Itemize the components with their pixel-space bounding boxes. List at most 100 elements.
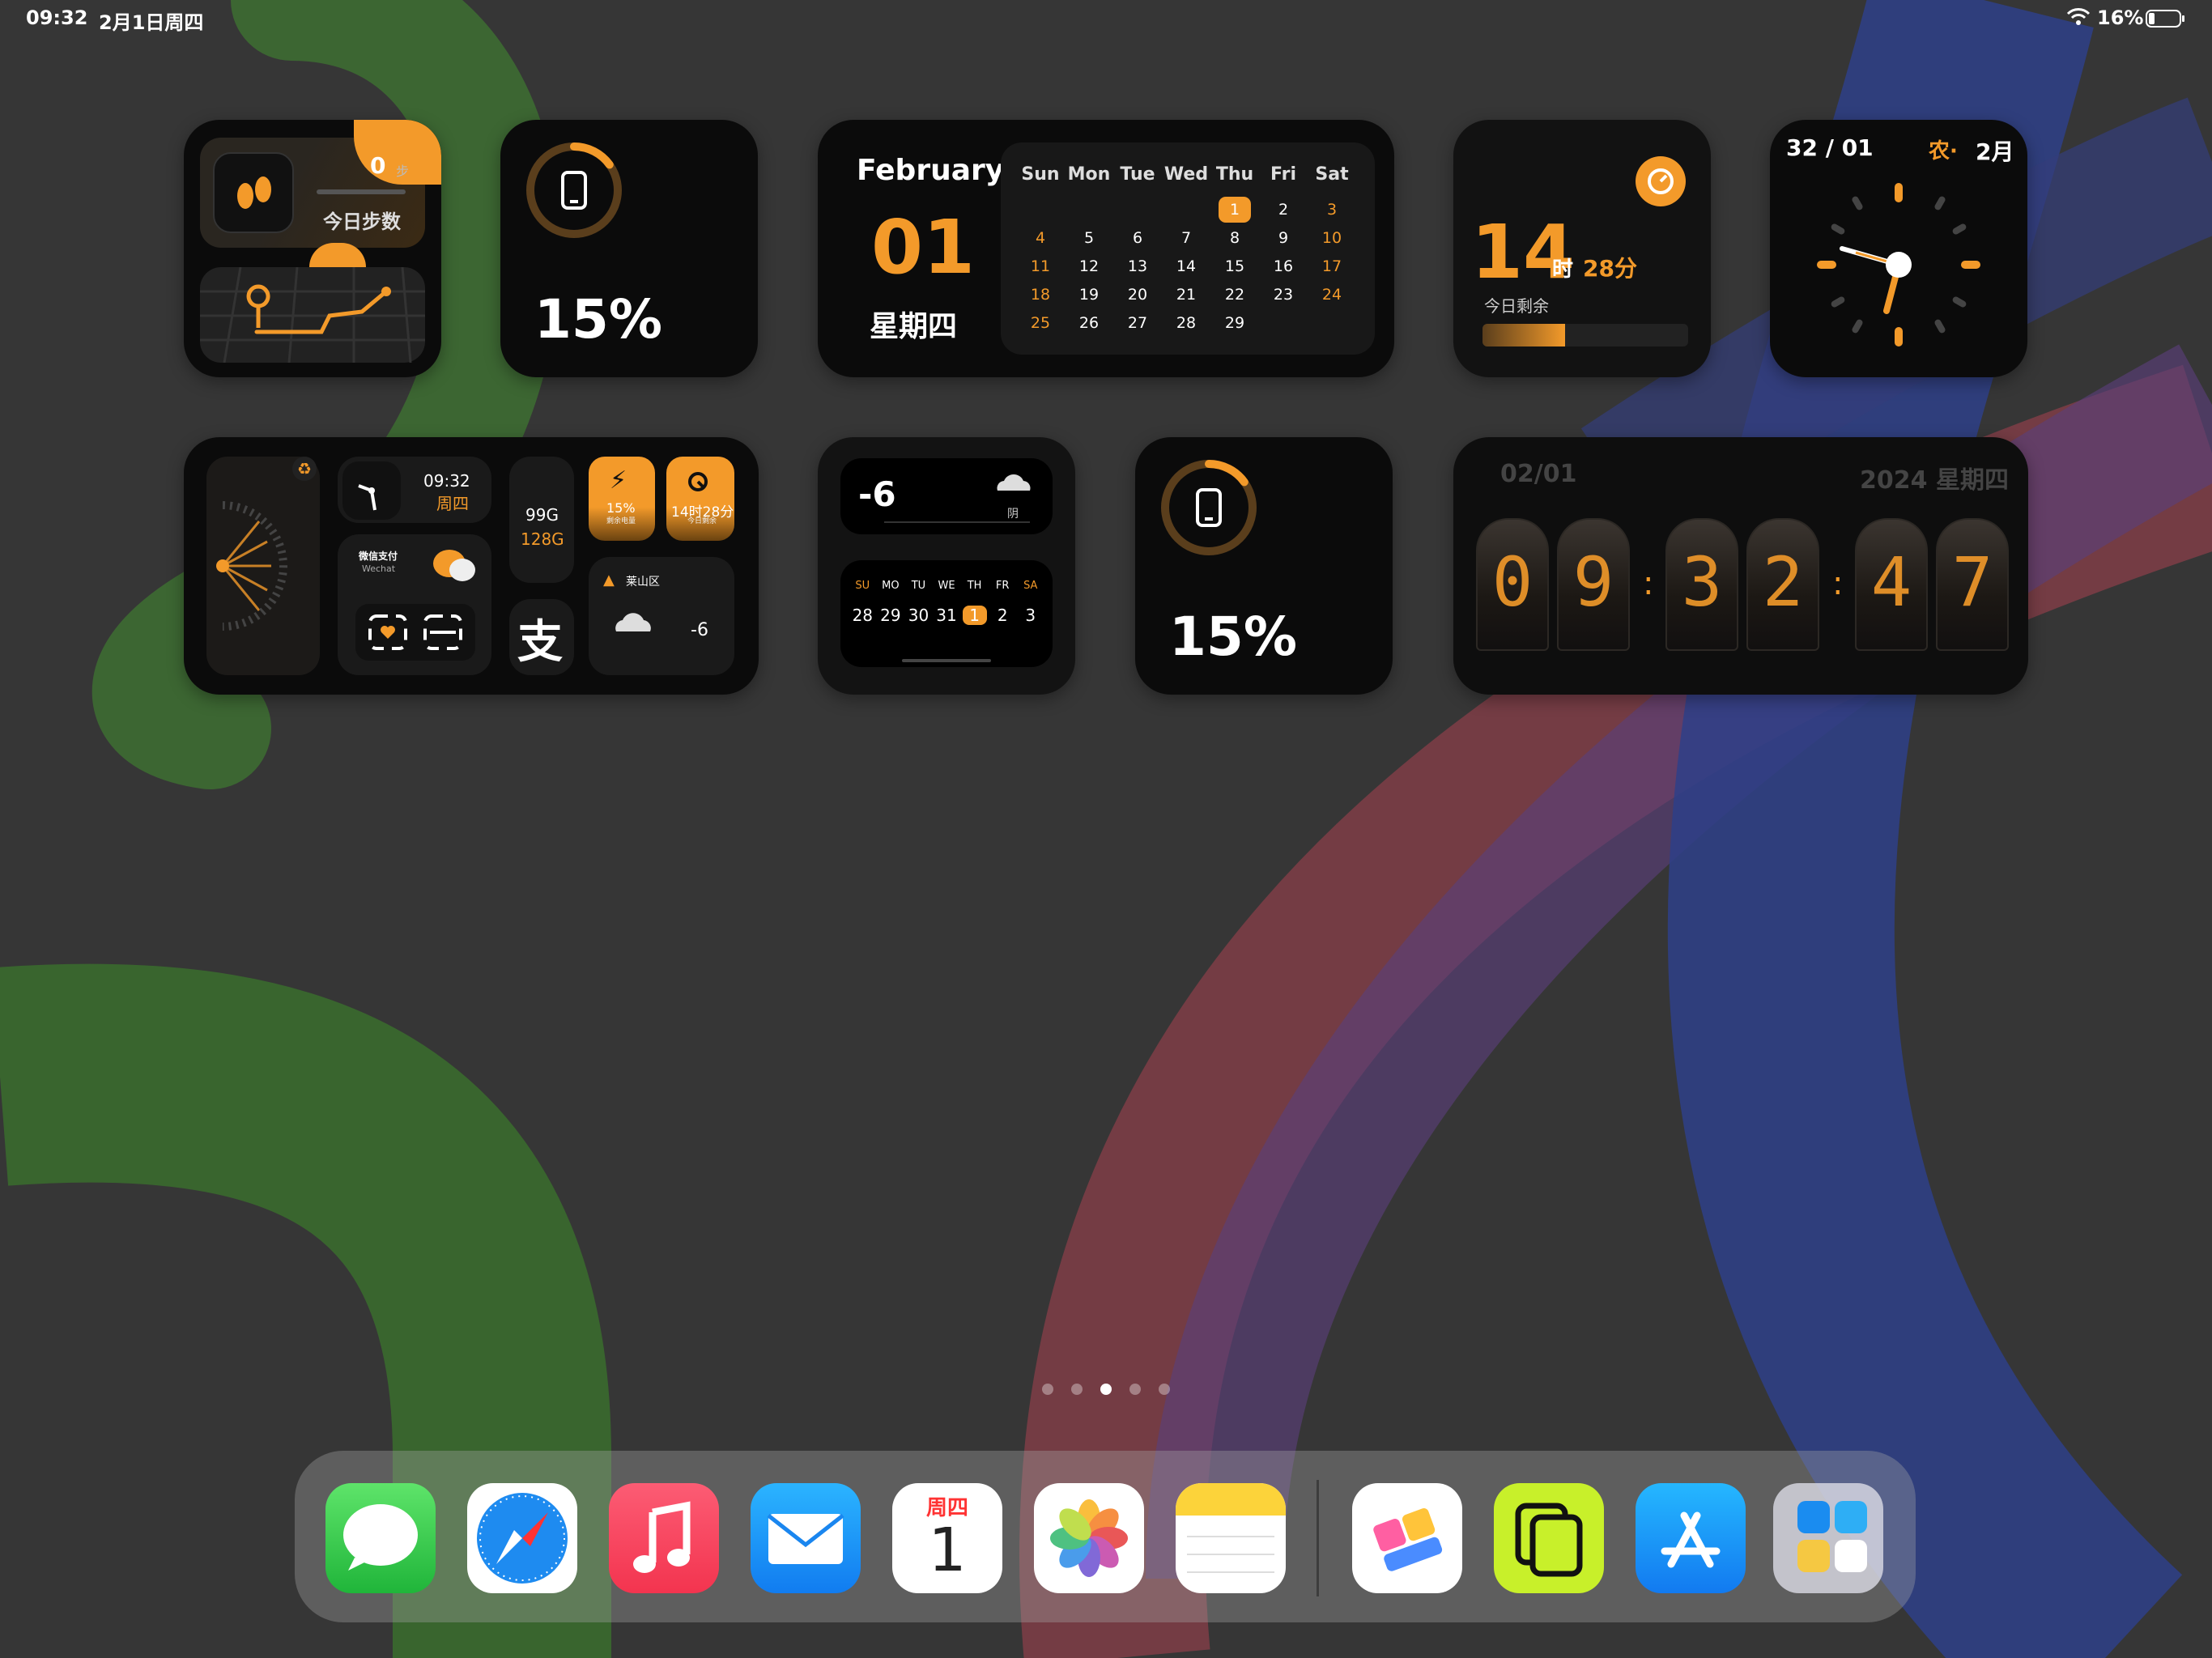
week-day: 3 xyxy=(1025,606,1036,625)
week-header: WE xyxy=(938,580,955,592)
lightning-icon: ⚡ xyxy=(610,466,627,495)
calendar-header: Mon xyxy=(1067,164,1111,185)
route-map xyxy=(200,266,425,363)
photos-icon[interactable] xyxy=(1034,1483,1144,1593)
calendar-date: 19 xyxy=(1078,285,1100,304)
wechat-icon xyxy=(432,546,479,586)
messages-icon[interactable] xyxy=(325,1483,436,1593)
app-store-icon[interactable] xyxy=(1636,1483,1746,1593)
widget-app-icon[interactable] xyxy=(1352,1483,1462,1593)
clock-widget[interactable]: 32 / 01 农· 2月 xyxy=(1770,120,2027,377)
time-left-hours-unit: 时 xyxy=(1552,257,1574,282)
analog-clock xyxy=(1817,183,1980,346)
week-today: 1 xyxy=(960,606,989,625)
widget-ui-icon[interactable] xyxy=(1494,1483,1604,1593)
calendar-date: 28 xyxy=(1176,313,1197,332)
calendar-today: 1 xyxy=(1210,196,1259,223)
time-left-widget[interactable]: 14 时 28分 今日剩余 xyxy=(1453,120,1711,377)
weather-cloud-icon xyxy=(994,471,1035,492)
calendar-weekday: 星期四 xyxy=(870,310,958,343)
nixie-year-weekday: 2024 星期四 xyxy=(1860,466,2009,495)
location-arrow-icon: ▲ xyxy=(603,572,615,589)
cloud-icon xyxy=(611,610,657,633)
mail-icon[interactable] xyxy=(751,1483,861,1593)
calendar-header: Fri xyxy=(1270,164,1296,185)
mini-clock-icon xyxy=(342,461,401,520)
nixie-date: 02/01 xyxy=(1500,460,1577,488)
calendar-app-day: 1 xyxy=(928,1516,967,1585)
calendar-date: 9 xyxy=(1278,228,1289,247)
week-day: 28 xyxy=(852,606,874,625)
battery-widget-2[interactable]: 15% xyxy=(1135,437,1393,695)
dock: 周四 1 xyxy=(295,1451,1916,1622)
footprints-icon xyxy=(213,152,294,233)
nixie-tube: 3 xyxy=(1665,518,1738,651)
combo-widget[interactable]: ♻ 09:32 周四 99G 128G 微信支付 Wechat 支 ⚡ 15% … xyxy=(184,437,759,695)
weather-widget[interactable]: -6 阴 SU MO TU WE TH FR SA 28 29 30 31 1 … xyxy=(818,437,1075,695)
mini-time-left-sub: 今日剩余 xyxy=(687,517,717,525)
calendar-date: 23 xyxy=(1273,285,1294,304)
wifi-icon xyxy=(2066,6,2091,31)
battery-percent: 16% xyxy=(2097,6,2144,29)
week-header: MO xyxy=(882,580,900,592)
battery-percent-1: 15% xyxy=(534,288,662,351)
calendar-date: 5 xyxy=(1083,228,1095,247)
nixie-tube: 0 xyxy=(1476,518,1549,651)
nixie-digit: 4 xyxy=(1870,542,1912,622)
calendar-date: 4 xyxy=(1035,228,1046,247)
nixie-digit: 2 xyxy=(1762,542,1804,622)
calendar-app-icon[interactable]: 周四 1 xyxy=(892,1483,1002,1593)
radar-panel xyxy=(206,457,320,675)
calendar-date: 7 xyxy=(1180,228,1192,247)
week-header: TH xyxy=(967,580,982,592)
combo-time: 09:32 xyxy=(423,471,470,491)
calendar-date: 10 xyxy=(1321,228,1342,247)
page-dot[interactable] xyxy=(1071,1384,1083,1395)
clock-lunar-month: 2月 xyxy=(1976,138,2014,165)
nixie-digit: 9 xyxy=(1572,542,1614,622)
dock-divider xyxy=(1317,1480,1319,1596)
calendar-date: 25 xyxy=(1030,313,1051,332)
recycle-icon: ♻ xyxy=(292,457,317,481)
week-header: FR xyxy=(995,580,1010,592)
nixie-digit: 0 xyxy=(1491,542,1534,622)
week-header: SA xyxy=(1023,580,1038,592)
calendar-date: 13 xyxy=(1127,257,1148,275)
battery-widget-1[interactable]: 15% xyxy=(500,120,758,377)
nixie-clock-widget[interactable]: 02/01 2024 星期四 0 9 : 3 2 : 4 7 xyxy=(1453,437,2028,695)
calendar-week: 18 19 20 21 22 23 24 xyxy=(1016,280,1356,308)
calendar-header: Sat xyxy=(1315,164,1349,185)
battery-percent-2: 15% xyxy=(1169,606,1297,668)
combo-weekday: 周四 xyxy=(436,494,469,513)
calendar-header: Sun xyxy=(1021,164,1060,185)
app-library-icon[interactable] xyxy=(1773,1483,1883,1593)
notes-icon[interactable] xyxy=(1176,1483,1286,1593)
time-left-bar-fill xyxy=(1482,324,1565,346)
scan-buttons[interactable] xyxy=(355,604,475,661)
page-dot[interactable] xyxy=(1042,1384,1053,1395)
calendar-date: 22 xyxy=(1224,285,1245,304)
page-dot-active[interactable] xyxy=(1100,1384,1112,1395)
nixie-tube: 4 xyxy=(1855,518,1928,651)
page-dot[interactable] xyxy=(1159,1384,1170,1395)
calendar-grid: Sun Mon Tue Wed Thu Fri Sat 1 2 3 4 5 6 … xyxy=(1016,160,1356,337)
nixie-tube: 2 xyxy=(1746,518,1819,651)
page-dot[interactable] xyxy=(1129,1384,1141,1395)
calendar-date: 17 xyxy=(1321,257,1342,275)
week-day: 30 xyxy=(908,606,929,625)
calendar-date: 16 xyxy=(1273,257,1294,275)
calendar-widget[interactable]: February 01 星期四 Sun Mon Tue Wed Thu Fri … xyxy=(818,120,1394,377)
calendar-date: 12 xyxy=(1078,257,1100,275)
storage-free: 99G xyxy=(525,505,559,525)
week-header-row: SU MO TU WE TH FR SA xyxy=(849,580,1044,592)
safari-icon[interactable] xyxy=(467,1483,577,1593)
calendar-header-row: Sun Mon Tue Wed Thu Fri Sat xyxy=(1016,160,1356,189)
calendar-date: 14 xyxy=(1176,257,1197,275)
music-icon[interactable] xyxy=(609,1483,719,1593)
steps-widget[interactable]: 0 步 今日步数 xyxy=(184,120,441,377)
nixie-digit: 7 xyxy=(1951,542,1993,622)
calendar-header: Thu xyxy=(1215,164,1254,185)
mini-battery: 15% xyxy=(606,500,636,516)
calendar-date: 2 xyxy=(1278,200,1289,219)
calendar-week: 11 12 13 14 15 16 17 xyxy=(1016,252,1356,280)
